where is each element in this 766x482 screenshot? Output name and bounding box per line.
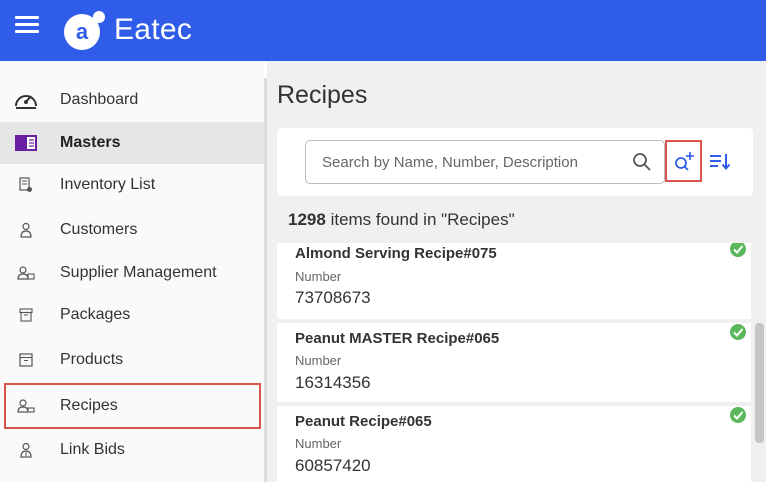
check-icon: [730, 243, 746, 257]
sidebar-item-products[interactable]: Products: [0, 339, 264, 381]
sidebar-item-customers[interactable]: Customers: [0, 209, 264, 251]
sort-icon: [710, 154, 731, 171]
list-scrollbar[interactable]: [753, 243, 766, 482]
main-content: Recipes Search by Name, Number, Descript…: [267, 61, 766, 482]
search-input[interactable]: [306, 141, 626, 183]
sidebar-item-label: Masters: [60, 134, 121, 151]
sidebar-item-link-bids[interactable]: Link Bids: [0, 429, 264, 471]
check-icon: [730, 324, 746, 340]
app-name: Eatec: [114, 13, 193, 46]
masters-book-icon: [13, 130, 39, 156]
recipe-number: 60857420: [295, 456, 371, 475]
sidebar-item-label: Customers: [60, 221, 138, 238]
sidebar-item-label: Packages: [60, 306, 131, 323]
dashboard-gauge-icon: [13, 87, 39, 113]
recipes-icon: [13, 393, 39, 419]
sidebar-item-inventory-list[interactable]: Inventory List: [0, 164, 264, 206]
sidebar-item-masters[interactable]: Masters: [0, 122, 264, 164]
list-item[interactable]: Almond Serving Recipe#075 Number 7370867…: [277, 243, 751, 319]
results-count-number: 1298: [288, 210, 326, 229]
check-icon: [730, 407, 746, 423]
advanced-search-button[interactable]: [665, 140, 702, 182]
sidebar-item-label: Inventory List: [60, 176, 156, 193]
products-icon: [13, 347, 39, 373]
svg-text:a: a: [76, 19, 89, 44]
number-label: Number: [295, 353, 342, 368]
recipe-name: Peanut MASTER Recipe#065: [295, 330, 500, 347]
sidebar-item-label: Supplier Management: [60, 264, 217, 281]
recipe-name: Almond Serving Recipe#075: [295, 245, 497, 262]
scrollbar-thumb[interactable]: [755, 323, 764, 443]
recipe-list: Almond Serving Recipe#075 Number 7370867…: [277, 243, 754, 482]
sidebar-item-label: Recipes: [60, 397, 118, 414]
link-bids-icon: [13, 437, 39, 463]
search-toolbar: [277, 128, 753, 196]
sidebar-item-supplier-management[interactable]: Supplier Management: [0, 252, 264, 294]
sidebar-item-recipes[interactable]: Recipes: [4, 383, 261, 429]
sidebar-item-label: Dashboard: [60, 91, 139, 108]
number-label: Number: [295, 269, 342, 284]
results-count-label: items found in "Recipes": [330, 210, 515, 229]
sidebar-nav: Dashboard Masters Inventory List Custome…: [0, 61, 264, 482]
sort-button[interactable]: [707, 148, 733, 174]
recipe-name: Peanut Recipe#065: [295, 413, 432, 430]
inventory-list-icon: [13, 172, 39, 198]
sidebar-item-packages[interactable]: Packages: [0, 294, 264, 336]
search-field: [305, 140, 665, 184]
hamburger-menu-icon[interactable]: [15, 16, 39, 34]
customers-icon: [13, 217, 39, 243]
results-count: 1298 items found in "Recipes": [288, 210, 515, 230]
app-logo: a Eatec: [62, 8, 192, 52]
eatec-logo-icon: a: [64, 11, 105, 50]
sidebar-item-label: Link Bids: [60, 441, 125, 458]
sidebar-item-dashboard[interactable]: Dashboard: [0, 79, 264, 121]
sidebar-item-label: Products: [60, 351, 124, 368]
recipe-number: 16314356: [295, 373, 371, 392]
recipe-number: 73708673: [295, 288, 371, 307]
packages-box-icon: [13, 302, 39, 328]
page-title: Recipes: [277, 81, 368, 109]
supplier-icon: [13, 260, 39, 286]
search-plus-icon: [674, 152, 694, 171]
number-label: Number: [295, 436, 342, 451]
search-icon[interactable]: [632, 152, 652, 172]
list-item[interactable]: Peanut MASTER Recipe#065 Number 16314356: [277, 323, 751, 402]
top-app-bar: a Eatec: [0, 0, 766, 61]
list-item[interactable]: Peanut Recipe#065 Number 60857420: [277, 406, 751, 482]
